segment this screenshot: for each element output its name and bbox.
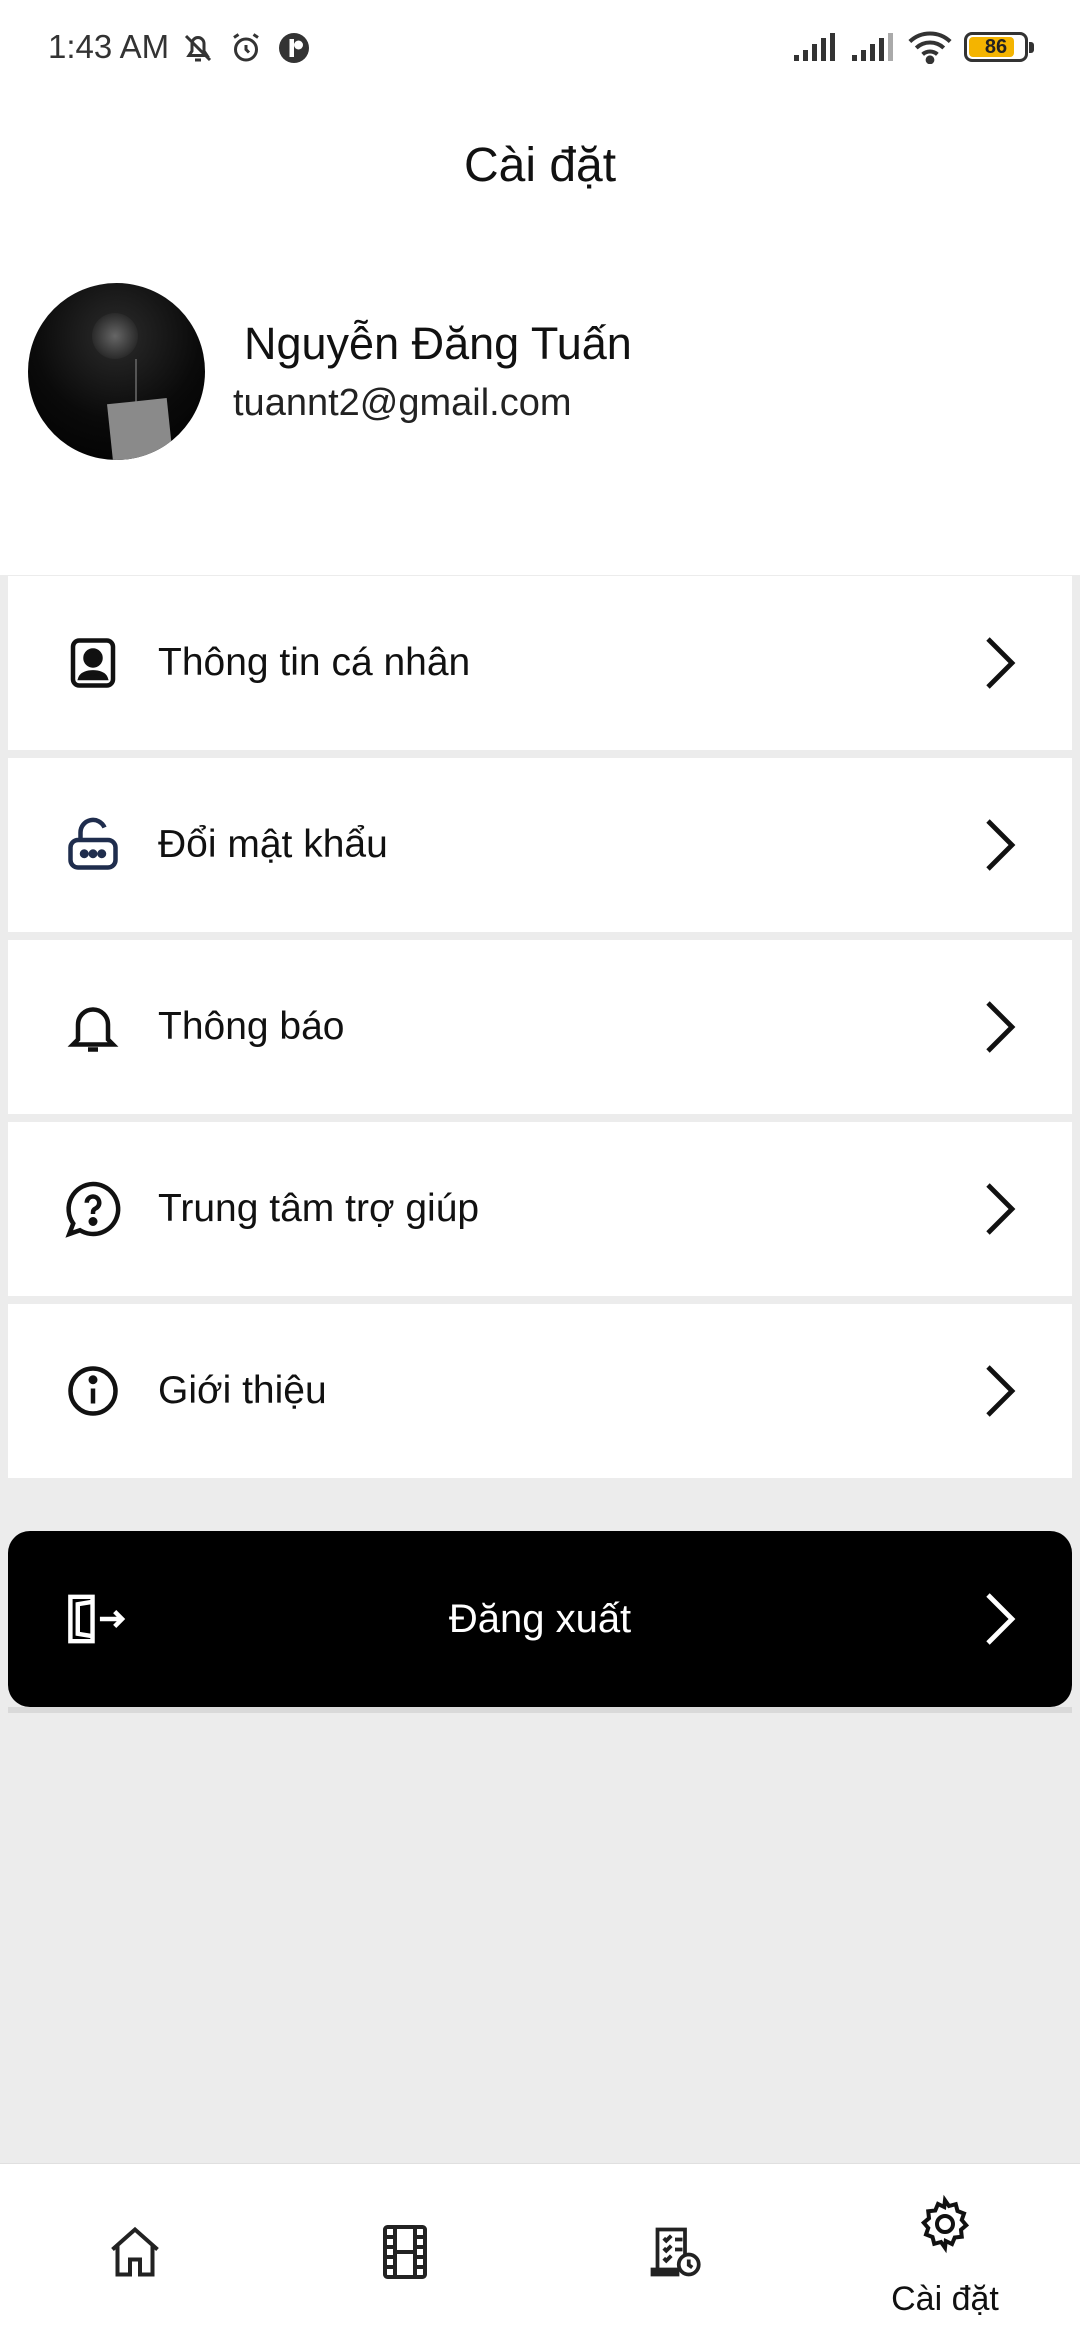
chevron-right-icon [986, 1001, 1016, 1053]
battery-level: 86 [984, 35, 1008, 58]
avatar-photo-detail [107, 398, 173, 460]
help-chat-icon [65, 1181, 121, 1238]
history-list-icon [650, 2227, 701, 2277]
status-left-icons [180, 30, 312, 66]
nav-home[interactable] [0, 2164, 270, 2340]
nav-history[interactable] [540, 2164, 810, 2340]
divider [8, 1707, 1072, 1713]
chevron-right-icon [986, 637, 1016, 689]
menu-item-help-center[interactable]: Trung tâm trợ giúp [8, 1122, 1072, 1296]
nav-settings[interactable]: Cài đặt [810, 2164, 1080, 2340]
status-right-icons: 86 [792, 30, 1034, 64]
alarm-icon [233, 33, 259, 62]
menu-item-about[interactable]: Giới thiệu [8, 1304, 1072, 1478]
info-icon [68, 1366, 118, 1416]
bell-icon [67, 1007, 119, 1052]
menu-item-notifications[interactable]: Thông báo [8, 940, 1072, 1114]
wifi-icon [908, 31, 952, 64]
profile-name: Nguyễn Đăng Tuấn [244, 318, 632, 369]
page-title: Cài đặt [463, 139, 617, 192]
menu-item-change-password[interactable]: Đổi mật khẩu [8, 758, 1072, 932]
avatar-photo-detail [92, 313, 138, 359]
unlocked-padlock-icon [68, 817, 118, 870]
menu-item-label: Giới thiệu [158, 1369, 327, 1412]
signal-icon [794, 33, 835, 61]
avatar-photo-detail [135, 359, 137, 403]
avatar[interactable] [28, 283, 205, 460]
status-time: 1:43 AM [48, 28, 170, 65]
chevron-right-icon [986, 1365, 1016, 1417]
menu-item-label: Thông tin cá nhân [158, 641, 471, 684]
profile-email: tuannt2@gmail.com [233, 382, 572, 424]
logout-label: Đăng xuất [448, 1597, 632, 1641]
logout-button[interactable]: Đăng xuất [8, 1531, 1072, 1707]
gear-icon [920, 2194, 970, 2254]
home-icon [111, 2226, 159, 2277]
nav-movies[interactable] [270, 2164, 540, 2340]
app-notification-icon [279, 33, 309, 63]
muted-bell-icon [184, 34, 212, 62]
status-bar: 1:43 AM 86 [0, 0, 1080, 100]
profile-card-icon [70, 638, 116, 688]
film-icon [383, 2225, 427, 2279]
bottom-nav: Cài đặt [0, 2163, 1080, 2340]
battery-icon: 86 [964, 32, 1034, 62]
menu-item-personal-info[interactable]: Thông tin cá nhân [8, 576, 1072, 750]
nav-settings-label: Cài đặt [891, 2280, 999, 2318]
menu-item-label: Đổi mật khẩu [158, 823, 388, 866]
signal-icon [852, 33, 893, 61]
chevron-right-icon [986, 1593, 1016, 1645]
chevron-right-icon [986, 1183, 1016, 1235]
chevron-right-icon [986, 819, 1016, 871]
menu-item-label: Trung tâm trợ giúp [158, 1187, 480, 1230]
menu-item-label: Thông báo [158, 1005, 345, 1048]
